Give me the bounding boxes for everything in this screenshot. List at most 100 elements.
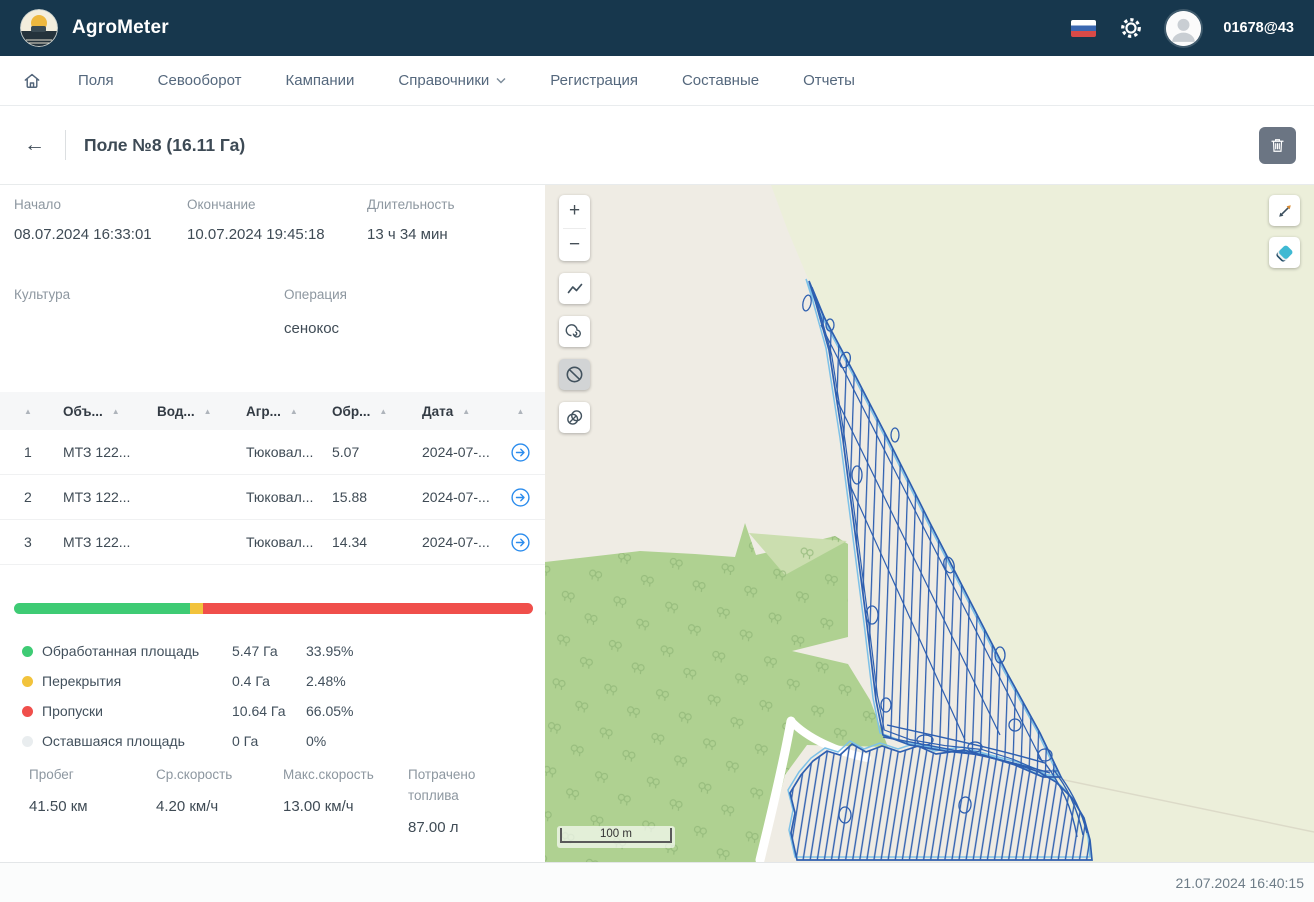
user-avatar[interactable] [1166,11,1201,46]
col-agregate: Агр... [246,404,281,419]
row-date: 2024-07-... [398,534,496,550]
sort-icon[interactable]: ▲ [462,407,470,416]
stat-value: 41.50 км [29,797,156,817]
language-flag-icon[interactable] [1071,20,1096,37]
coverage-segment-overlap [190,603,203,614]
nav-item-registration[interactable]: Регистрация [550,72,638,89]
end-label: Окончание [187,197,367,212]
nav-item-reports[interactable]: Отчеты [803,72,855,89]
end-value: 10.07.2024 19:45:18 [187,226,367,243]
track-line-button[interactable] [559,273,590,304]
row-number: 2 [0,489,44,505]
sort-icon[interactable]: ▲ [204,407,212,416]
table-row[interactable]: 1 МТЗ 122... Тюковал... 5.07 2024-07-... [0,430,545,475]
legend-row-remaining: Оставшаяся площадь 0 Га 0% [22,726,545,756]
legend-dot [22,706,33,717]
col-driver: Вод... [157,404,195,419]
main-nav: Поля Севооборот Кампании Справочники Рег… [0,56,1314,106]
overlap-circles-icon [565,408,584,427]
stat-value: 4.20 км/ч [156,797,283,817]
row-object: МТЗ 122... [44,489,138,505]
legend-label: Перекрытия [42,673,232,689]
row-agregate: Тюковал... [224,489,308,505]
home-icon[interactable] [22,71,42,91]
legend-row-missed: Пропуски 10.64 Га 66.05% [22,696,545,726]
title-bar: ← Поле №8 (16.11 Га) [0,106,1314,185]
open-row-icon[interactable] [511,533,530,552]
col-object: Объ... [63,404,103,419]
stat-avg-speed: Ср.скорость 4.20 км/ч [156,764,283,838]
nav-item-directories[interactable]: Справочники [398,72,506,89]
operation-value: сенокос [284,320,545,338]
legend-area: 5.47 Га [232,643,306,659]
stat-mileage: Пробег 41.50 км [29,764,156,838]
legend-pct: 0% [306,733,545,749]
sort-icon[interactable]: ▲ [24,407,32,416]
open-row-icon[interactable] [511,443,530,462]
sort-icon[interactable]: ▲ [517,407,525,416]
map-canvas[interactable]: + − [545,185,1314,862]
stats-section: Пробег 41.50 км Ср.скорость 4.20 км/ч Ма… [0,764,545,838]
duration-value: 13 ч 34 мин [367,226,545,243]
app-header: AgroMeter 01678@43 [0,0,1314,56]
row-date: 2024-07-... [398,444,496,460]
footer-timestamp: 21.07.2024 16:40:15 [1176,875,1304,891]
stat-label: Ср.скорость [156,764,283,785]
zoom-out-button[interactable]: − [559,229,590,262]
table-row[interactable]: 2 МТЗ 122... Тюковал... 15.88 2024-07-..… [0,475,545,520]
sort-icon[interactable]: ▲ [290,407,298,416]
spiral-icon [565,322,584,341]
duration-label: Длительность [367,197,545,212]
row-number: 1 [0,444,44,460]
nav-item-fields[interactable]: Поля [78,72,114,89]
stat-fuel: Потрачено топлива 87.00 л [408,764,516,838]
stat-max-speed: Макс.скорость 13.00 км/ч [283,764,408,838]
zoom-in-button[interactable]: + [559,195,590,228]
back-button[interactable]: ← [18,133,51,157]
legend-row-overlap: Перекрытия 0.4 Га 2.48% [22,666,545,696]
legend-row-processed: Обработанная площадь 5.47 Га 33.95% [22,636,545,666]
legend-area: 0.4 Га [232,673,306,689]
nav-item-composites[interactable]: Составные [682,72,759,89]
col-date: Дата [422,404,453,419]
nav-item-campaigns[interactable]: Кампании [286,72,355,89]
row-processed: 15.88 [308,489,398,505]
legend-area: 10.64 Га [232,703,306,719]
delete-button[interactable] [1259,127,1296,164]
layers-button[interactable] [1269,237,1300,268]
fullscreen-button[interactable] [1269,195,1300,226]
open-row-icon[interactable] [511,488,530,507]
coverage-legend: Обработанная площадь 5.47 Га 33.95% Пере… [0,636,545,756]
stat-value: 13.00 км/ч [283,797,408,817]
legend-label: Пропуски [42,703,232,719]
hide-track-button[interactable] [559,359,590,390]
row-agregate: Тюковал... [224,534,308,550]
coverage-segment-missed [203,603,533,614]
row-processed: 5.07 [308,444,398,460]
row-number: 3 [0,534,44,550]
overlap-circles-button[interactable] [559,402,590,433]
stat-label: Потрачено топлива [408,764,516,806]
user-id[interactable]: 01678@43 [1223,20,1294,36]
row-date: 2024-07-... [398,489,496,505]
expand-icon [1276,202,1294,220]
culture-value [14,320,284,338]
table-row[interactable]: 3 МТЗ 122... Тюковал... 14.34 2024-07-..… [0,520,545,565]
coverage-segment-processed [14,603,190,614]
spiral-track-button[interactable] [559,316,590,347]
nav-item-crop-rotation[interactable]: Севооборот [158,72,242,89]
sort-icon[interactable]: ▲ [379,407,387,416]
culture-label: Культура [14,287,284,302]
machines-table: ▲ Объ...▲ Вод...▲ Агр...▲ Обр...▲ Дата▲ … [0,392,545,565]
operation-label: Операция [284,287,545,302]
stat-value: 87.00 л [408,818,516,838]
app-logo [20,9,58,47]
legend-dot [22,736,33,747]
settings-gear-icon[interactable] [1118,15,1144,41]
map-scale-bar: 100 m [557,826,675,848]
polyline-icon [566,280,584,298]
stat-label: Пробег [29,764,156,785]
start-label: Начало [14,197,187,212]
culture-section: Культура Операция сенокос [0,287,545,338]
sort-icon[interactable]: ▲ [112,407,120,416]
